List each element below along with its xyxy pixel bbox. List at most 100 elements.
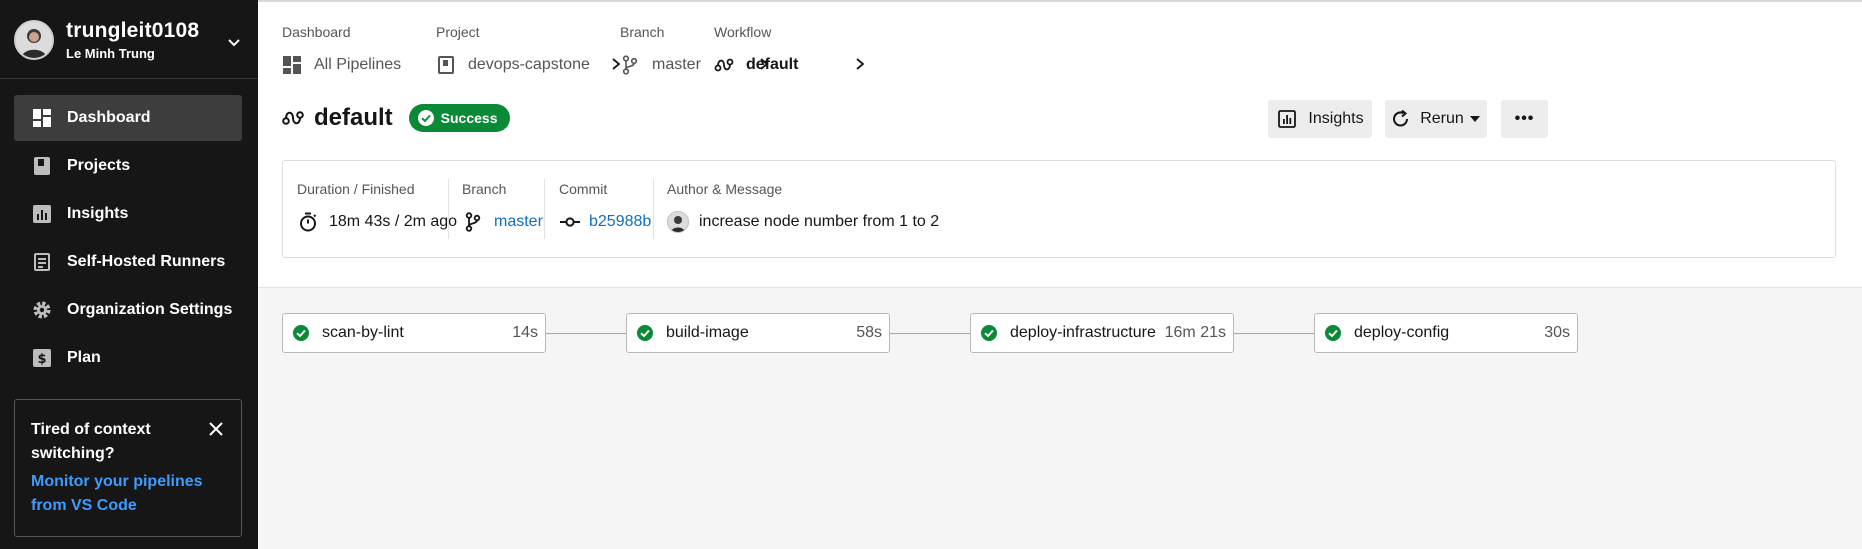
breadcrumb-label: Dashboard xyxy=(282,24,351,40)
check-circle-icon xyxy=(417,110,434,126)
job-name: scan-by-lint xyxy=(322,324,404,341)
job-duration: 30s xyxy=(1544,324,1570,341)
sidebar-item-label: Insights xyxy=(67,205,129,222)
breadcrumb-label: Project xyxy=(436,24,480,40)
breadcrumb-all-pipelines-link[interactable]: All Pipelines xyxy=(282,55,401,75)
main-content: Dashboard All Pipelines Project devops-c… xyxy=(258,0,1862,549)
duration-value-row: 18m 43s / 2m ago xyxy=(297,211,457,233)
insights-button[interactable]: Insights xyxy=(1268,100,1372,138)
sidebar: trungleit0108 Le Minh Trung Dashboard Pr… xyxy=(0,0,258,549)
workflow-title-row: default Success xyxy=(282,104,510,132)
branch-value-row: master xyxy=(462,211,543,233)
git-branch-icon xyxy=(462,211,484,233)
sidebar-item-projects[interactable]: Projects xyxy=(14,143,242,189)
caret-down-icon xyxy=(1468,108,1482,130)
username: trungleit0108 xyxy=(66,19,200,42)
dashboard-icon xyxy=(32,108,52,128)
sidebar-item-label: Organization Settings xyxy=(67,301,233,318)
job-name: deploy-infrastructure xyxy=(1010,324,1156,341)
commit-value-row: b25988b xyxy=(559,211,651,233)
workflow-icon xyxy=(282,107,304,129)
check-circle-icon xyxy=(293,325,309,341)
breadcrumb-workflow-current[interactable]: default xyxy=(714,55,798,75)
sidebar-item-label: Projects xyxy=(67,157,131,174)
workflow-icon xyxy=(714,55,734,75)
promo-link[interactable]: Monitor your pipelines from VS Code xyxy=(31,470,221,518)
sidebar-item-organization-settings[interactable]: Organization Settings xyxy=(14,287,242,333)
breadcrumb-project-link[interactable]: devops-capstone xyxy=(436,55,590,75)
duration-label: Duration / Finished xyxy=(297,181,415,197)
status-badge: Success xyxy=(408,104,510,132)
close-icon[interactable] xyxy=(205,418,227,440)
breadcrumb-workflow: Workflow default xyxy=(714,24,798,75)
workflow-graph: scan-by-lint 14s build-image 58s deploy-… xyxy=(258,288,1862,549)
sidebar-item-label: Dashboard xyxy=(67,109,151,126)
breadcrumb-label: Branch xyxy=(620,24,665,40)
sidebar-nav: Dashboard Projects Insights Self-Hosted … xyxy=(14,95,242,383)
job-duration: 58s xyxy=(856,324,882,341)
job-duration: 14s xyxy=(512,324,538,341)
avatar xyxy=(14,20,54,60)
rerun-icon xyxy=(1390,108,1412,130)
breadcrumb-value: devops-capstone xyxy=(468,56,590,73)
commit-icon xyxy=(559,211,581,233)
author-value-row: increase node number from 1 to 2 xyxy=(667,211,939,233)
author-label: Author & Message xyxy=(667,181,783,197)
runner-icon xyxy=(32,252,52,272)
sidebar-item-dashboard[interactable]: Dashboard xyxy=(14,95,242,141)
job-deploy-infrastructure[interactable]: deploy-infrastructure 16m 21s xyxy=(970,313,1234,353)
divider xyxy=(544,179,545,239)
check-circle-icon xyxy=(1325,325,1341,341)
branch-link[interactable]: master xyxy=(494,213,543,231)
promo-title: Tired of context switching? xyxy=(31,421,151,462)
page-title: default xyxy=(314,104,393,131)
breadcrumb-value: All Pipelines xyxy=(314,56,402,73)
job-duration: 16m 21s xyxy=(1164,324,1226,341)
breadcrumb-project: Project devops-capstone xyxy=(436,24,590,75)
job-connector xyxy=(1234,333,1314,334)
breadcrumb-dashboard: Dashboard All Pipelines xyxy=(282,24,401,75)
gear-icon xyxy=(32,300,52,320)
more-icon: ••• xyxy=(1514,110,1535,127)
user-full-name: Le Minh Trung xyxy=(66,46,155,61)
chevron-down-icon[interactable] xyxy=(224,32,244,52)
git-branch-icon xyxy=(620,55,640,75)
dashboard-icon xyxy=(282,55,302,75)
chevron-right-icon xyxy=(854,57,866,71)
job-build-image[interactable]: build-image 58s xyxy=(626,313,890,353)
breadcrumb-label: Workflow xyxy=(714,24,772,40)
divider xyxy=(653,179,654,239)
job-name: deploy-config xyxy=(1354,324,1450,341)
commit-link[interactable]: b25988b xyxy=(589,213,651,231)
check-circle-icon xyxy=(981,325,997,341)
breadcrumb-branch-link[interactable]: master xyxy=(620,55,701,75)
job-scan-by-lint[interactable]: scan-by-lint 14s xyxy=(282,313,546,353)
dollar-icon: $ xyxy=(32,348,52,368)
vscode-promo: Tired of context switching? Monitor your… xyxy=(14,399,242,537)
commit-message: increase node number from 1 to 2 xyxy=(699,213,940,230)
workflow-header: Dashboard All Pipelines Project devops-c… xyxy=(258,2,1862,288)
user-menu[interactable]: trungleit0108 Le Minh Trung xyxy=(0,2,258,79)
job-deploy-config[interactable]: deploy-config 30s xyxy=(1314,313,1578,353)
book-icon xyxy=(32,156,52,176)
check-circle-icon xyxy=(637,325,653,341)
rerun-button[interactable]: Rerun xyxy=(1385,100,1487,138)
branch-label: Branch xyxy=(462,181,507,197)
sidebar-item-plan[interactable]: $ Plan xyxy=(14,335,242,381)
more-options-button[interactable]: ••• xyxy=(1501,100,1548,138)
sidebar-item-label: Plan xyxy=(67,349,101,366)
divider xyxy=(448,179,449,239)
job-name: build-image xyxy=(666,324,749,341)
chart-icon xyxy=(1276,108,1298,130)
sidebar-item-self-hosted-runners[interactable]: Self-Hosted Runners xyxy=(14,239,242,285)
duration-value: 18m 43s / 2m ago xyxy=(329,213,458,230)
svg-text:$: $ xyxy=(37,352,46,367)
workflow-info-card: Duration / Finished 18m 43s / 2m ago Bra… xyxy=(282,160,1836,258)
sidebar-item-insights[interactable]: Insights xyxy=(14,191,242,237)
job-connector xyxy=(546,333,626,334)
job-connector xyxy=(890,333,970,334)
status-label: Success xyxy=(440,110,498,126)
stopwatch-icon xyxy=(297,211,319,233)
chart-icon xyxy=(32,204,52,224)
breadcrumb-value: master xyxy=(652,56,701,73)
